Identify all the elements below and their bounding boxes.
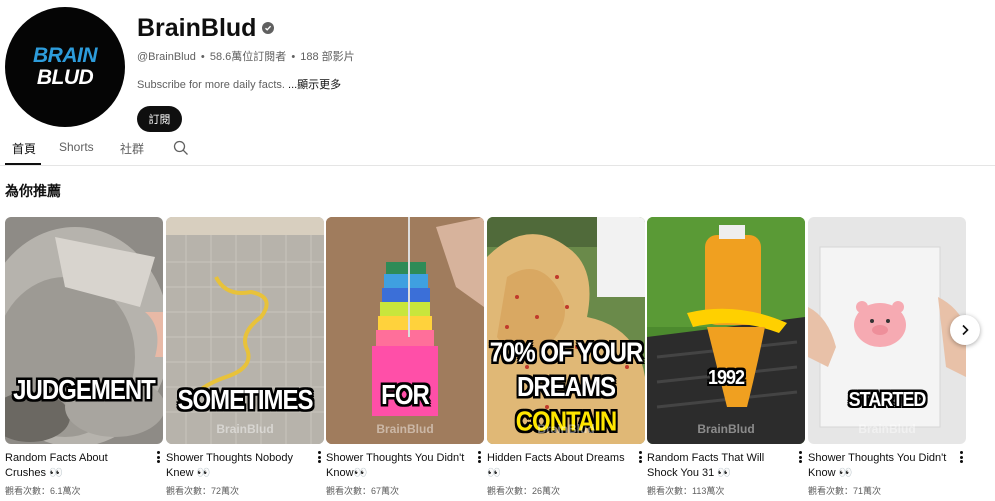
more-vert-icon[interactable]	[956, 449, 966, 465]
tab-home[interactable]: 首頁	[12, 140, 36, 157]
short-title[interactable]: Shower Thoughts Nobody Knew 👀	[166, 451, 306, 481]
thumbnail-watermark: BrainBlud	[537, 422, 595, 436]
thumbnail-caption: SOMETIMES	[177, 384, 313, 416]
description-text: Subscribe for more daily facts.	[137, 79, 285, 91]
short-thumbnail[interactable]: 1992 BrainBlud	[647, 217, 805, 444]
short-thumbnail[interactable]: FOR BrainBlud	[326, 217, 484, 444]
channel-header: BRAIN BLUD BrainBlud @BrainBlud • 58.6萬位…	[5, 7, 995, 132]
short-card[interactable]: SOMETIMES BrainBlud Shower Thoughts Nobo…	[166, 217, 324, 497]
short-views: 觀看次數：26萬次	[487, 486, 561, 496]
more-vert-icon[interactable]	[795, 449, 805, 465]
video-count: 188 部影片	[300, 51, 355, 63]
chevron-right-icon[interactable]	[950, 315, 980, 345]
short-title[interactable]: Random Facts About Crushes 👀	[5, 451, 145, 481]
channel-name: BrainBlud	[137, 13, 257, 42]
short-thumbnail[interactable]: JUDGEMENT	[5, 217, 163, 444]
caption-line-2: DREAMS	[516, 371, 616, 403]
short-card[interactable]: STARTED BrainBlud Shower Thoughts You Di…	[808, 217, 966, 497]
channel-meta: @BrainBlud • 58.6萬位訂閱者 • 188 部影片	[137, 51, 355, 63]
short-views: 觀看次數：113萬次	[647, 486, 725, 496]
tab-community[interactable]: 社群	[120, 140, 144, 157]
short-card[interactable]: 70% OF YOUR DREAMS CONTAIN BrainBlud Hid…	[487, 217, 645, 497]
short-views: 觀看次數：6.1萬次	[5, 486, 81, 496]
short-card[interactable]: JUDGEMENT Random Facts About Crushes 👀 觀…	[5, 217, 163, 497]
channel-info: BrainBlud @BrainBlud • 58.6萬位訂閱者 • 188 部…	[137, 11, 355, 132]
subscriber-count: 58.6萬位訂閱者	[209, 51, 287, 63]
short-title[interactable]: Hidden Facts About Dreams 👀	[487, 451, 627, 481]
more-vert-icon[interactable]	[314, 449, 324, 465]
channel-handle: @BrainBlud	[137, 51, 196, 63]
tab-shorts[interactable]: Shorts	[59, 140, 94, 154]
caption-line-1: 70% OF YOUR	[489, 337, 644, 369]
thumbnail-caption: FOR	[381, 379, 430, 411]
avatar-logo-line1: BRAIN	[33, 44, 98, 67]
short-views: 觀看次數：72萬次	[166, 486, 240, 496]
more-vert-icon[interactable]	[153, 449, 163, 465]
thumbnail-caption: JUDGEMENT	[13, 374, 156, 406]
verified-check-icon	[262, 22, 275, 34]
more-vert-icon[interactable]	[474, 449, 484, 465]
short-thumbnail[interactable]: 70% OF YOUR DREAMS CONTAIN BrainBlud	[487, 217, 645, 444]
short-title[interactable]: Shower Thoughts You Didn't Know👀	[326, 451, 466, 481]
short-title[interactable]: Random Facts That Will Shock You 31 👀	[647, 451, 787, 481]
thumbnail-watermark: BrainBlud	[376, 422, 434, 436]
active-tab-indicator	[5, 163, 41, 165]
subscribe-button[interactable]: 訂閱	[137, 106, 182, 132]
search-icon[interactable]	[173, 140, 189, 156]
short-thumbnail[interactable]: SOMETIMES BrainBlud	[166, 217, 324, 444]
thumbnail-caption: 1992	[707, 365, 745, 389]
more-vert-icon[interactable]	[635, 449, 645, 465]
channel-tabs: 首頁 Shorts 社群	[0, 130, 995, 166]
short-title[interactable]: Shower Thoughts You Didn't Know 👀	[808, 451, 948, 481]
shorts-shelf: JUDGEMENT Random Facts About Crushes 👀 觀…	[0, 217, 995, 501]
thumbnail-caption: STARTED	[848, 387, 927, 411]
channel-avatar[interactable]: BRAIN BLUD	[5, 7, 125, 127]
thumbnail-watermark: BrainBlud	[697, 422, 755, 436]
avatar-logo-line2: BLUD	[36, 66, 94, 89]
show-more-link[interactable]: ...顯示更多	[288, 79, 341, 91]
section-title: 為你推薦	[5, 183, 61, 199]
thumbnail-watermark: BrainBlud	[216, 422, 274, 436]
short-views: 觀看次數：71萬次	[808, 486, 882, 496]
short-card[interactable]: FOR BrainBlud Shower Thoughts You Didn't…	[326, 217, 484, 497]
channel-description[interactable]: Subscribe for more daily facts. ...顯示更多	[137, 76, 355, 92]
short-thumbnail[interactable]: STARTED BrainBlud	[808, 217, 966, 444]
thumbnail-watermark: BrainBlud	[858, 422, 916, 436]
short-card[interactable]: 1992 BrainBlud Random Facts That Will Sh…	[647, 217, 805, 497]
short-views: 觀看次數：67萬次	[326, 486, 400, 496]
